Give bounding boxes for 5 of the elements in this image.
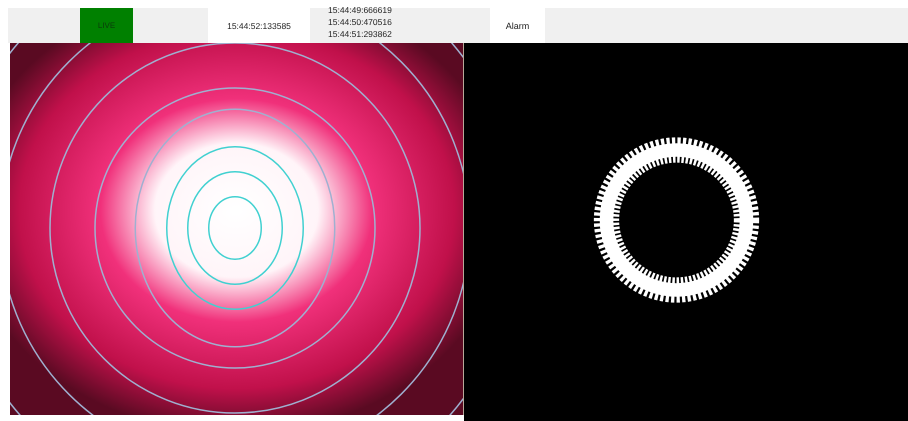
current-time: 15:44:52:133585 (208, 8, 310, 43)
alarm-indicator[interactable]: Alarm (490, 8, 545, 43)
timestamp: 15:44:50:470516 (328, 16, 393, 28)
timestamp: 15:44:51:293862 (328, 28, 393, 40)
timestamp: 15:44:49:666619 (328, 4, 393, 16)
